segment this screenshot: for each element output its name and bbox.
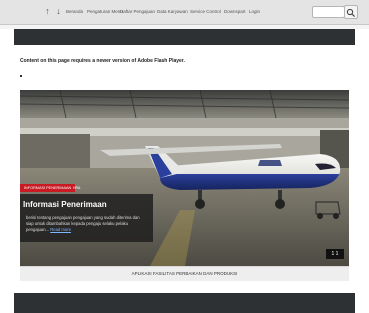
nav-link-downspart[interactable]: Downspart: [224, 8, 246, 15]
caption-bar: APLIKASI FASILITAS PERBAIKAN DAN PRODUKS…: [20, 266, 349, 281]
slide-pager[interactable]: 1 1: [326, 249, 344, 259]
top-navigation-bar: ↑ ↓ Beranda Pengaturan Menu Daftar Penga…: [0, 0, 369, 25]
image-slider[interactable]: INFORMASI PENERIMAAN HRA Informasi Pener…: [20, 90, 349, 266]
info-title: Informasi Penerimaan: [23, 200, 107, 209]
download-arrow-icon[interactable]: ↓: [54, 6, 63, 16]
nav-link-login[interactable]: Login: [249, 8, 260, 15]
bullet-dot: [20, 75, 22, 77]
category-badge: INFORMASI PENERIMAAN: [20, 184, 76, 192]
search-button[interactable]: [344, 5, 358, 19]
caption-text: APLIKASI FASILITAS PERBAIKAN DAN PRODUKS…: [131, 271, 238, 276]
nav-link-data-karyawan[interactable]: Data Karyawan: [157, 8, 188, 15]
info-description: berisi tentang pengajuan pengajuan yang …: [26, 215, 148, 233]
flash-player-message: Content on this page requires a newer ve…: [20, 58, 185, 64]
nav-link-service-control[interactable]: Service Control: [190, 8, 221, 15]
search-icon: [346, 8, 356, 18]
nav-link-pengaturan-menu[interactable]: Pengaturan Menu: [87, 8, 123, 15]
info-description-text: berisi tentang pengajuan pengajuan yang …: [26, 215, 140, 232]
footer-band: [14, 293, 355, 313]
nav-link-daftar-pengajuan[interactable]: Daftar Pengajuan: [120, 8, 155, 15]
read-more-link[interactable]: Read more: [50, 227, 71, 232]
upload-arrow-icon[interactable]: ↑: [43, 6, 52, 16]
nav-link-beranda[interactable]: Beranda: [66, 8, 83, 15]
category-sub-label: HRA: [73, 186, 81, 190]
search-input[interactable]: [312, 6, 345, 18]
header-band: [14, 29, 355, 45]
info-panel: Informasi Penerimaan berisi tentang peng…: [20, 194, 153, 242]
